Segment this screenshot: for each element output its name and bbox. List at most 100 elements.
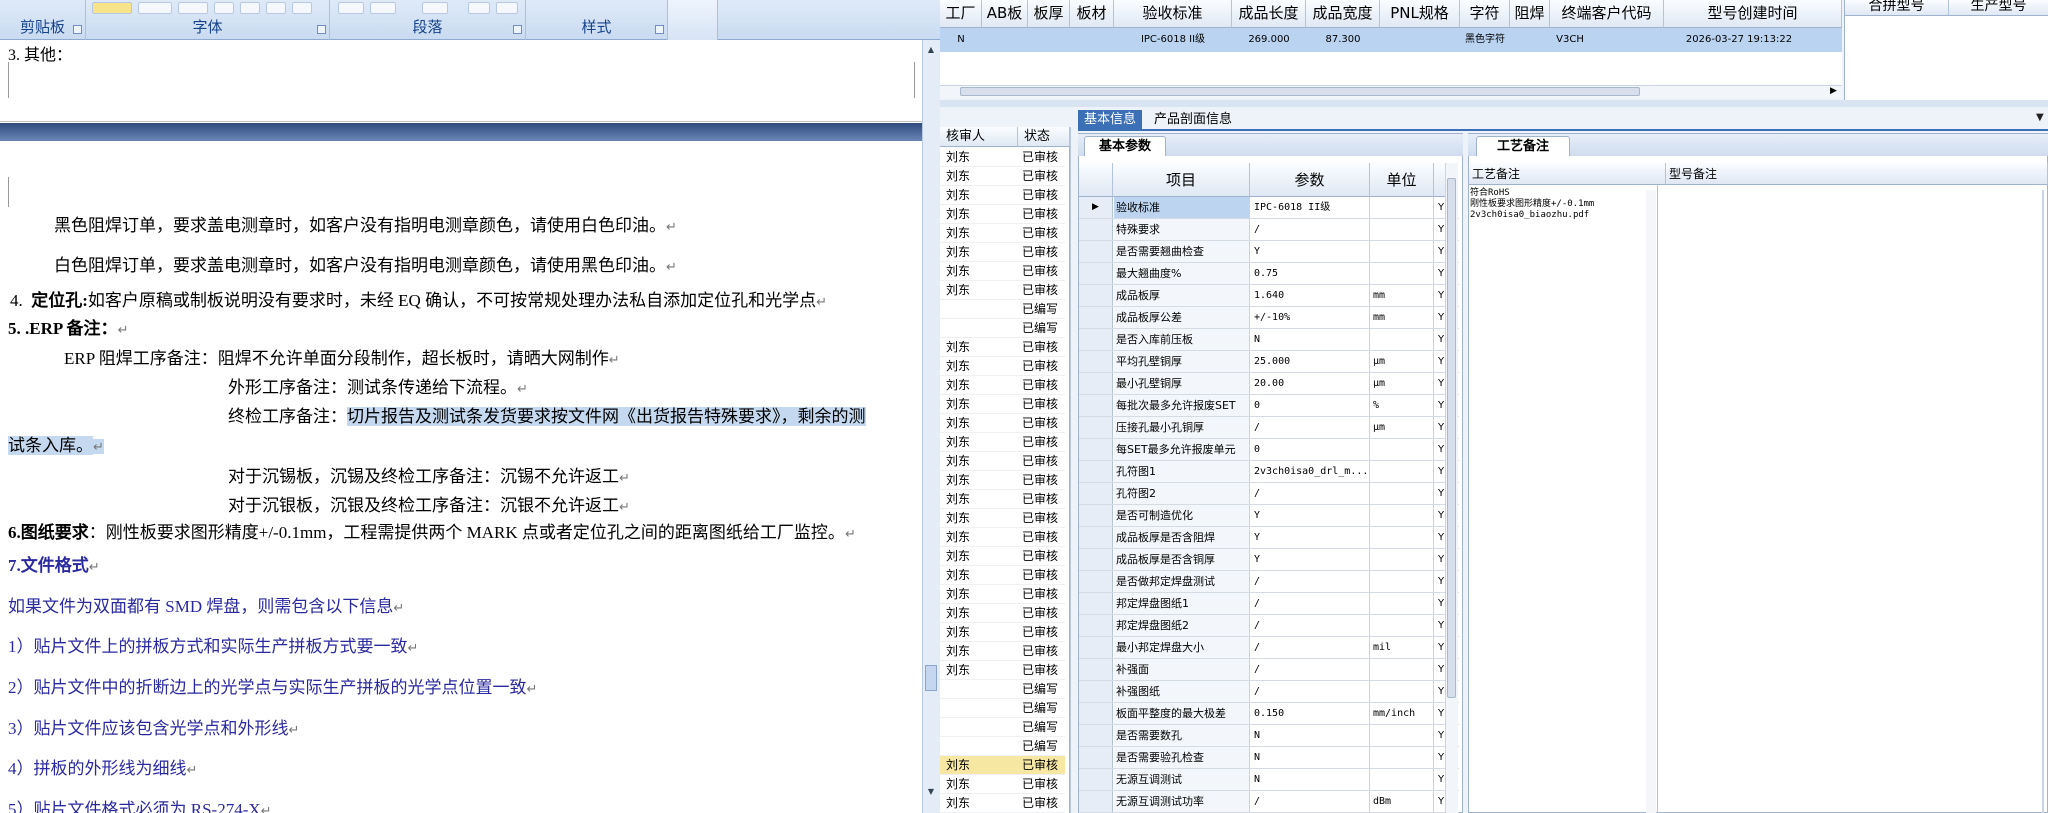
row-selector[interactable] [1079, 263, 1113, 284]
table-row[interactable]: 压接孔最小孔铜厚 / μm Y [1079, 417, 1459, 439]
list-item[interactable]: 刘东 已审核 [940, 433, 1065, 452]
param-value[interactable]: 20.00 [1251, 373, 1370, 394]
row-selector[interactable] [1079, 769, 1113, 790]
column-header[interactable]: 状态 [1018, 127, 1070, 147]
column-header[interactable]: 板材 [1070, 0, 1114, 28]
list-item[interactable]: 已编写 [940, 718, 1065, 737]
line-spacing-button[interactable] [370, 2, 396, 14]
dialog-launcher-icon[interactable] [73, 25, 82, 34]
table-row[interactable]: 每SET最多允许报废单元 0 Y [1079, 439, 1459, 461]
param-value[interactable]: Y [1251, 505, 1370, 526]
list-item[interactable]: 刘东 已审核 [940, 604, 1065, 623]
table-row[interactable]: 板面平整度的最大极差 0.150 mm/inch Y [1079, 703, 1459, 725]
table-row[interactable]: 是否可制造优化 Y Y [1079, 505, 1459, 527]
column-header[interactable]: PNL规格 [1380, 0, 1460, 28]
list-item[interactable]: 刘东 已审核 [940, 338, 1065, 357]
scrollbar-thumb[interactable] [1447, 178, 1456, 698]
column-header[interactable]: 成品长度 [1232, 0, 1306, 28]
row-selector[interactable] [1079, 219, 1113, 240]
change-case-button[interactable] [178, 2, 208, 14]
shading-button[interactable] [422, 2, 448, 14]
splitter[interactable] [940, 100, 2048, 107]
param-value[interactable]: 25.000 [1251, 351, 1370, 372]
sort-button[interactable] [468, 2, 490, 14]
table-row[interactable]: 是否需要验孔检查 N Y [1079, 747, 1459, 769]
list-item[interactable]: 刘东 已审核 [940, 395, 1065, 414]
column-header[interactable]: 型号创建时间 [1664, 0, 1842, 28]
param-value[interactable]: / [1251, 659, 1370, 680]
row-selector[interactable] [1079, 351, 1113, 372]
column-header[interactable]: 合拼型号 [1845, 0, 1949, 16]
table-row[interactable]: 特殊要求 / Y [1079, 219, 1459, 241]
param-value[interactable]: / [1251, 483, 1370, 504]
row-selector[interactable] [1079, 483, 1113, 504]
param-value[interactable]: / [1251, 571, 1370, 592]
table-row[interactable]: 是否做邦定焊盘测试 / Y [1079, 571, 1459, 593]
table-row[interactable]: 是否入库前压板 N Y [1079, 329, 1459, 351]
table-row[interactable]: 补强面 / Y [1079, 659, 1459, 681]
column-header[interactable]: 参数 [1250, 163, 1370, 197]
column-header[interactable]: 工艺备注 [1469, 163, 1666, 185]
row-selector[interactable] [1079, 241, 1113, 262]
highlight-color-button[interactable] [92, 2, 132, 14]
list-item[interactable]: 已编写 [940, 737, 1065, 756]
table-row[interactable]: 成品板厚是否含阻焊 Y Y [1079, 527, 1459, 549]
scroll-right-icon[interactable]: ▶ [1830, 86, 1837, 96]
vertical-scrollbar[interactable] [2042, 190, 2044, 813]
table-row[interactable]: 孔符图2/Y [1079, 483, 1459, 505]
list-item[interactable]: 刘东 已审核 [940, 224, 1065, 243]
list-item[interactable]: 刘东 已审核 [940, 509, 1065, 528]
table-row[interactable]: 邦定焊盘图纸1/Y [1079, 593, 1459, 615]
column-header[interactable]: 单位 [1370, 163, 1434, 197]
row-selector[interactable] [1079, 461, 1113, 482]
char-shading-button[interactable] [214, 2, 234, 14]
column-header[interactable]: AB板 [982, 0, 1028, 28]
dialog-launcher-icon[interactable] [513, 25, 522, 34]
param-value[interactable]: 0.150 [1251, 703, 1370, 724]
tab-basic-info[interactable]: 基本信息 [1078, 110, 1143, 129]
scroll-down-icon[interactable]: ▼ [925, 786, 937, 798]
vertical-scrollbar[interactable] [1646, 190, 1656, 813]
list-item[interactable]: 刘东 已审核 [940, 756, 1065, 775]
table-row[interactable]: 成品板厚公差 +/-10% mm Y [1079, 307, 1459, 329]
column-header[interactable]: 终端客户代码 [1550, 0, 1664, 28]
row-selector[interactable] [1079, 703, 1113, 724]
row-selector[interactable] [1079, 659, 1113, 680]
list-item[interactable]: 已编写 [940, 680, 1065, 699]
row-selector[interactable] [1079, 615, 1113, 636]
column-header[interactable]: 字符 [1460, 0, 1510, 28]
list-item[interactable]: 刘东 已审核 [940, 452, 1065, 471]
param-value[interactable]: Y [1251, 241, 1370, 262]
param-value[interactable]: / [1251, 615, 1370, 636]
table-row[interactable]: 每批次最多允许报废SET 0% Y [1079, 395, 1459, 417]
list-item[interactable]: 刘东 已审核 [940, 566, 1065, 585]
list-item[interactable]: 已编写 [940, 300, 1065, 319]
split-bar[interactable] [0, 123, 922, 141]
table-row[interactable]: 最大翘曲度% 0.75 Y [1079, 263, 1459, 285]
column-header[interactable]: 验收标准 [1114, 0, 1232, 28]
list-item[interactable]: 刘东 已审核 [940, 775, 1065, 794]
list-item[interactable]: 刘东 已审核 [940, 148, 1065, 167]
column-header[interactable]: 型号备注 [1666, 163, 2048, 185]
param-value[interactable]: / [1251, 637, 1370, 658]
list-item[interactable]: 刘东 已审核 [940, 167, 1065, 186]
font-color-button[interactable] [138, 2, 172, 14]
table-row[interactable]: ▶ 验收标准 IPC-6018 II级 Y [1079, 197, 1459, 219]
row-selector[interactable] [1079, 395, 1113, 416]
row-selector[interactable] [1079, 307, 1113, 328]
param-value[interactable]: 2v3ch0isa0_drl_m... [1251, 461, 1370, 482]
list-item[interactable]: 已编写 [940, 699, 1065, 718]
param-value[interactable]: N [1251, 725, 1370, 746]
dialog-launcher-icon[interactable] [655, 25, 664, 34]
current-row-arrow-icon[interactable]: ▶ [1079, 197, 1113, 218]
dialog-launcher-icon[interactable] [317, 25, 326, 34]
row-selector[interactable] [1079, 571, 1113, 592]
column-header[interactable]: 生产型号 [1949, 0, 2048, 16]
param-value[interactable]: Y [1251, 549, 1370, 570]
table-row[interactable]: 成品板厚 1.640 mm Y [1079, 285, 1459, 307]
list-item[interactable]: 刘东 已审核 [940, 471, 1065, 490]
list-item[interactable]: 刘东 已审核 [940, 490, 1065, 509]
show-marks-button[interactable] [496, 2, 518, 14]
row-selector[interactable] [1079, 725, 1113, 746]
param-value[interactable]: / [1251, 681, 1370, 702]
